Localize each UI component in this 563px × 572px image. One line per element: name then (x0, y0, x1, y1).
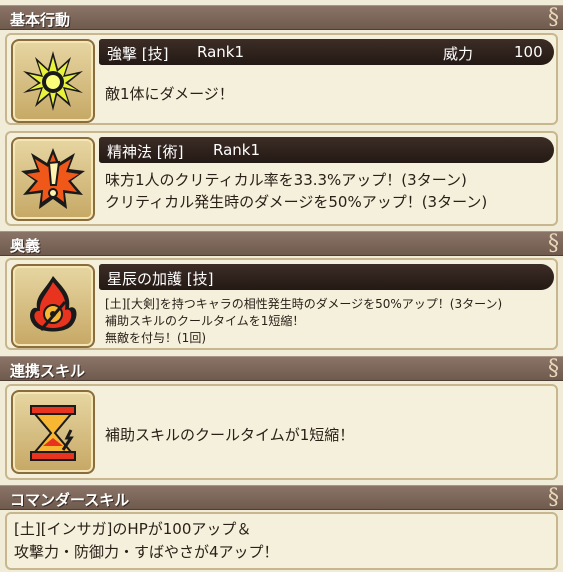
scroll-ornament-icon: § (548, 5, 559, 30)
ougi-card-seishin-no-kago[interactable]: 星辰の加護 [技] [土][大剣]を持つキャラの相性発生時のダメージを50%アッ… (5, 258, 558, 350)
scroll-ornament-icon: § (548, 485, 559, 510)
skill-name-bar: 強撃 [技] Rank1 威力 100 (99, 39, 554, 65)
section-title: コマンダースキル (10, 491, 130, 509)
flame-emblem-icon (11, 264, 95, 348)
scroll-ornament-icon: § (548, 231, 559, 256)
section-title: 奥義 (10, 237, 41, 255)
scroll-ornament-icon: § (548, 356, 559, 381)
exclamation-burst-icon (11, 137, 95, 221)
section-header-ougi: 奥義 § (0, 231, 563, 256)
section-title: 基本行動 (10, 11, 71, 29)
skill-name-bar: 星辰の加護 [技] (99, 264, 554, 290)
skill-name-bar: 精神法 [術] Rank1 (99, 137, 554, 163)
skill-rank: Rank1 (197, 43, 245, 61)
skill-card-seishinho[interactable]: 精神法 [術] Rank1 味方1人のクリティカル率を33.3%アップ！(3ター… (5, 131, 558, 226)
skill-description-line: 無敵を付与！(1回) (105, 331, 206, 345)
commander-line: [土][インサガ]のHPが100アップ＆ (14, 520, 252, 538)
skill-description-line: クリティカル発生時のダメージを50%アップ！(3ターン) (105, 193, 488, 211)
skill-description: 補助スキルのクールタイムが1短縮！ (105, 426, 355, 444)
skill-description-line: 味方1人のクリティカル率を33.3%アップ！(3ターン) (105, 171, 467, 189)
commander-line: 攻撃力・防御力・すばやさが4アップ！ (14, 543, 279, 561)
skill-description-line: [土][大剣]を持つキャラの相性発生時のダメージを50%アップ！(3ターン) (105, 297, 503, 311)
skill-description-line: 補助スキルのクールタイムを1短縮！ (105, 314, 305, 328)
skill-rank: Rank1 (213, 141, 261, 159)
skill-description: 敵1体にダメージ！ (105, 85, 234, 103)
skill-name: 精神法 [術] (107, 143, 184, 161)
burst-star-icon (11, 39, 95, 123)
skill-name: 強撃 [技] (107, 45, 169, 63)
skill-name: 星辰の加護 [技] (107, 270, 214, 288)
power-label: 威力 (443, 45, 474, 63)
skill-card-kyogeki[interactable]: 強撃 [技] Rank1 威力 100 敵1体にダメージ！ (5, 33, 558, 125)
renkei-skill-card[interactable]: 補助スキルのクールタイムが1短縮！ (5, 384, 558, 480)
section-header-renkei: 連携スキル § (0, 356, 563, 381)
power-value: 100 (514, 43, 543, 61)
section-header-commander: コマンダースキル § (0, 485, 563, 510)
section-header-basic: 基本行動 § (0, 5, 563, 30)
commander-skill-text: [土][インサガ]のHPが100アップ＆ 攻撃力・防御力・すばやさが4アップ！ (14, 518, 279, 564)
hourglass-icon (11, 390, 95, 474)
section-title: 連携スキル (10, 362, 86, 380)
